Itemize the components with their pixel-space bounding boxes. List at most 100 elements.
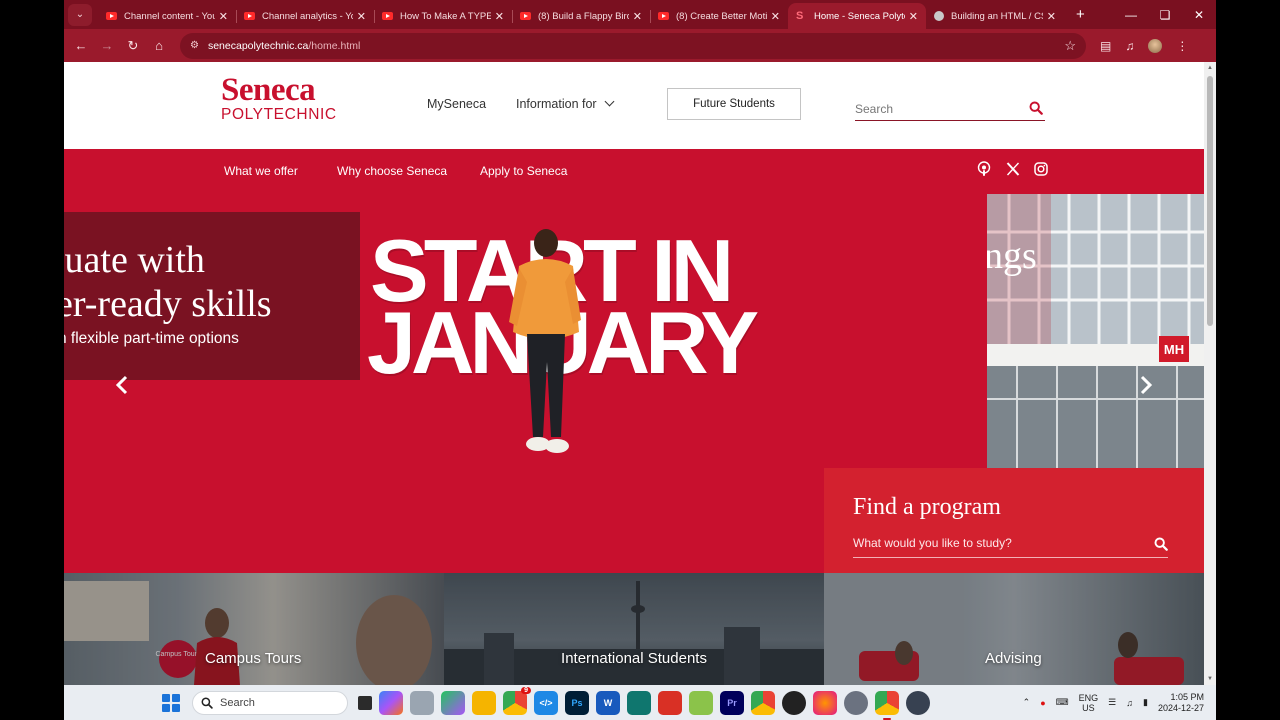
site-info-icon[interactable]: ⚙ bbox=[190, 40, 199, 51]
wifi-icon[interactable]: ☰ bbox=[1108, 697, 1116, 708]
ninja-app-icon[interactable] bbox=[906, 690, 930, 715]
word-icon[interactable]: W bbox=[596, 690, 620, 715]
photoshop-icon[interactable]: Ps bbox=[565, 690, 589, 715]
tile-advising[interactable]: Advising bbox=[824, 573, 1204, 685]
program-search-input[interactable] bbox=[853, 536, 1143, 550]
task-view-icon[interactable] bbox=[358, 695, 372, 710]
bookmark-star-icon[interactable]: ☆ bbox=[1064, 38, 1076, 54]
instagram-icon[interactable] bbox=[1033, 161, 1049, 177]
tile-campus-tours[interactable]: Campus Tours Campus Tours bbox=[64, 573, 444, 685]
tab-seneca-home[interactable]: S Home - Seneca Polyte ✕ bbox=[788, 3, 926, 29]
tile-label: International Students bbox=[561, 650, 707, 667]
search-icon[interactable] bbox=[1029, 101, 1043, 115]
toolbar-actions: ▤ ♫ ⋮ bbox=[1100, 38, 1188, 53]
notepad-icon[interactable] bbox=[689, 690, 713, 715]
microphone-icon[interactable]: ● bbox=[1040, 698, 1045, 708]
forward-arrow-icon[interactable]: → bbox=[94, 38, 120, 53]
tab-better-motion[interactable]: (8) Create Better Motio ✕ bbox=[650, 3, 788, 29]
cloud-app-icon[interactable] bbox=[410, 690, 434, 715]
volume-icon[interactable]: ♫ bbox=[1126, 698, 1133, 708]
youtube-icon bbox=[106, 12, 117, 20]
close-icon[interactable]: ✕ bbox=[771, 10, 780, 23]
maximize-icon[interactable]: ❏ bbox=[1148, 8, 1182, 22]
windows-start-icon[interactable] bbox=[162, 693, 180, 712]
tab-search-chevron-icon[interactable]: ⌄ bbox=[68, 3, 92, 26]
tab-typewriter[interactable]: How To Make A TYPEW ✕ bbox=[374, 3, 512, 29]
extensions-icon[interactable]: ▤ bbox=[1100, 39, 1111, 53]
reload-icon[interactable]: ↻ bbox=[120, 38, 146, 54]
subnav-what-we-offer[interactable]: What we offer bbox=[224, 164, 298, 178]
tray-overflow-icon[interactable]: ⌃ bbox=[1023, 697, 1031, 708]
color-app-icon[interactable] bbox=[441, 690, 465, 715]
carousel-previous-arrow-icon[interactable] bbox=[115, 375, 129, 395]
tile-international-students[interactable]: International Students bbox=[444, 573, 824, 685]
tab-flappy-bird[interactable]: (8) Build a Flappy Bird ✕ bbox=[512, 3, 650, 29]
battery-icon[interactable]: ▮ bbox=[1143, 697, 1148, 708]
hero-person-image bbox=[509, 229, 581, 453]
keyboard-icon[interactable]: ⌨ bbox=[1056, 697, 1069, 708]
minimize-icon[interactable]: — bbox=[1114, 8, 1148, 22]
find-program-panel: Find a program bbox=[824, 468, 1204, 573]
close-icon[interactable]: ✕ bbox=[219, 10, 228, 23]
obs-icon[interactable] bbox=[782, 690, 806, 715]
hero-slide-next[interactable]: MH ngs bbox=[987, 194, 1204, 468]
scroll-down-icon[interactable]: ▼ bbox=[1207, 676, 1213, 682]
chrome-profile-icon[interactable] bbox=[751, 690, 775, 715]
subnav-apply-to-seneca[interactable]: Apply to Seneca bbox=[480, 164, 567, 178]
vscode-icon[interactable]: </> bbox=[534, 690, 558, 715]
tab-channel-content[interactable]: Channel content - You ✕ bbox=[98, 3, 236, 29]
clock[interactable]: 1:05 PM 2024-12-27 bbox=[1158, 692, 1204, 714]
slide-heading: luate with er-ready skills bbox=[64, 238, 360, 326]
media-controls-icon[interactable]: ♫ bbox=[1125, 39, 1134, 53]
tile-label: Advising bbox=[985, 650, 1042, 667]
chrome-active-icon[interactable] bbox=[875, 690, 899, 720]
youtube-icon bbox=[382, 12, 393, 20]
tab-title: (8) Create Better Motio bbox=[676, 10, 767, 22]
future-students-button[interactable]: Future Students bbox=[667, 88, 801, 120]
more-menu-icon[interactable]: ⋮ bbox=[1176, 39, 1188, 53]
close-icon[interactable]: ✕ bbox=[909, 10, 918, 23]
settings-gear-icon[interactable] bbox=[844, 690, 868, 715]
back-arrow-icon[interactable]: ← bbox=[68, 38, 94, 53]
copilot-icon[interactable] bbox=[379, 690, 403, 715]
nav-myseneca[interactable]: MySeneca bbox=[427, 97, 486, 111]
search-input[interactable] bbox=[855, 102, 1015, 116]
subnav-why-choose-seneca[interactable]: Why choose Seneca bbox=[337, 164, 447, 178]
premiere-icon[interactable]: Pr bbox=[720, 690, 744, 715]
new-tab-button[interactable]: + bbox=[1076, 6, 1085, 23]
firefox-icon[interactable] bbox=[813, 690, 837, 715]
home-icon[interactable]: ⌂ bbox=[146, 38, 172, 53]
search-icon[interactable] bbox=[1154, 537, 1168, 551]
close-icon[interactable]: ✕ bbox=[357, 10, 366, 23]
close-icon[interactable]: ✕ bbox=[1047, 10, 1056, 23]
slide-heading-line-1: luate with bbox=[64, 239, 205, 281]
search-icon bbox=[201, 697, 213, 709]
chrome-icon[interactable]: 9 bbox=[503, 686, 531, 715]
hero-slide-previous[interactable]: luate with er-ready skills n flexible pa… bbox=[64, 212, 360, 380]
page-scrollbar[interactable]: ▲ ▼ bbox=[1204, 62, 1216, 685]
file-explorer-icon[interactable] bbox=[472, 690, 496, 715]
remote-app-icon[interactable] bbox=[627, 690, 651, 715]
close-icon[interactable]: ✕ bbox=[495, 10, 504, 23]
close-icon[interactable]: ✕ bbox=[633, 10, 642, 23]
logo-wordmark: Seneca bbox=[221, 72, 316, 108]
region-code: US bbox=[1082, 702, 1095, 713]
close-window-icon[interactable]: ✕ bbox=[1182, 8, 1216, 22]
window-controls: — ❏ ✕ bbox=[1114, 8, 1216, 22]
tab-building-html[interactable]: Building an HTML / CS ✕ bbox=[926, 3, 1064, 29]
tab-channel-analytics[interactable]: Channel analytics - You ✕ bbox=[236, 3, 374, 29]
scrollbar-thumb[interactable] bbox=[1207, 76, 1213, 326]
presenter-app-icon[interactable] bbox=[658, 690, 682, 715]
x-icon[interactable] bbox=[1005, 161, 1021, 177]
podcast-icon[interactable] bbox=[976, 161, 992, 177]
taskbar-search[interactable]: Search bbox=[192, 690, 348, 715]
carousel-next-arrow-icon[interactable] bbox=[1139, 375, 1153, 395]
logo-subtitle: POLYTECHNIC bbox=[221, 106, 337, 123]
seneca-logo[interactable]: Seneca POLYTECHNIC bbox=[221, 74, 337, 123]
profile-avatar[interactable] bbox=[1148, 38, 1163, 53]
address-bar[interactable]: ⚙ senecapolytechnic.ca/home.html ☆ bbox=[180, 32, 1086, 59]
chevron-down-icon bbox=[604, 96, 615, 107]
input-language[interactable]: ENG US bbox=[1079, 693, 1099, 713]
scroll-up-icon[interactable]: ▲ bbox=[1207, 65, 1213, 71]
nav-information-for[interactable]: Information for bbox=[516, 96, 615, 111]
